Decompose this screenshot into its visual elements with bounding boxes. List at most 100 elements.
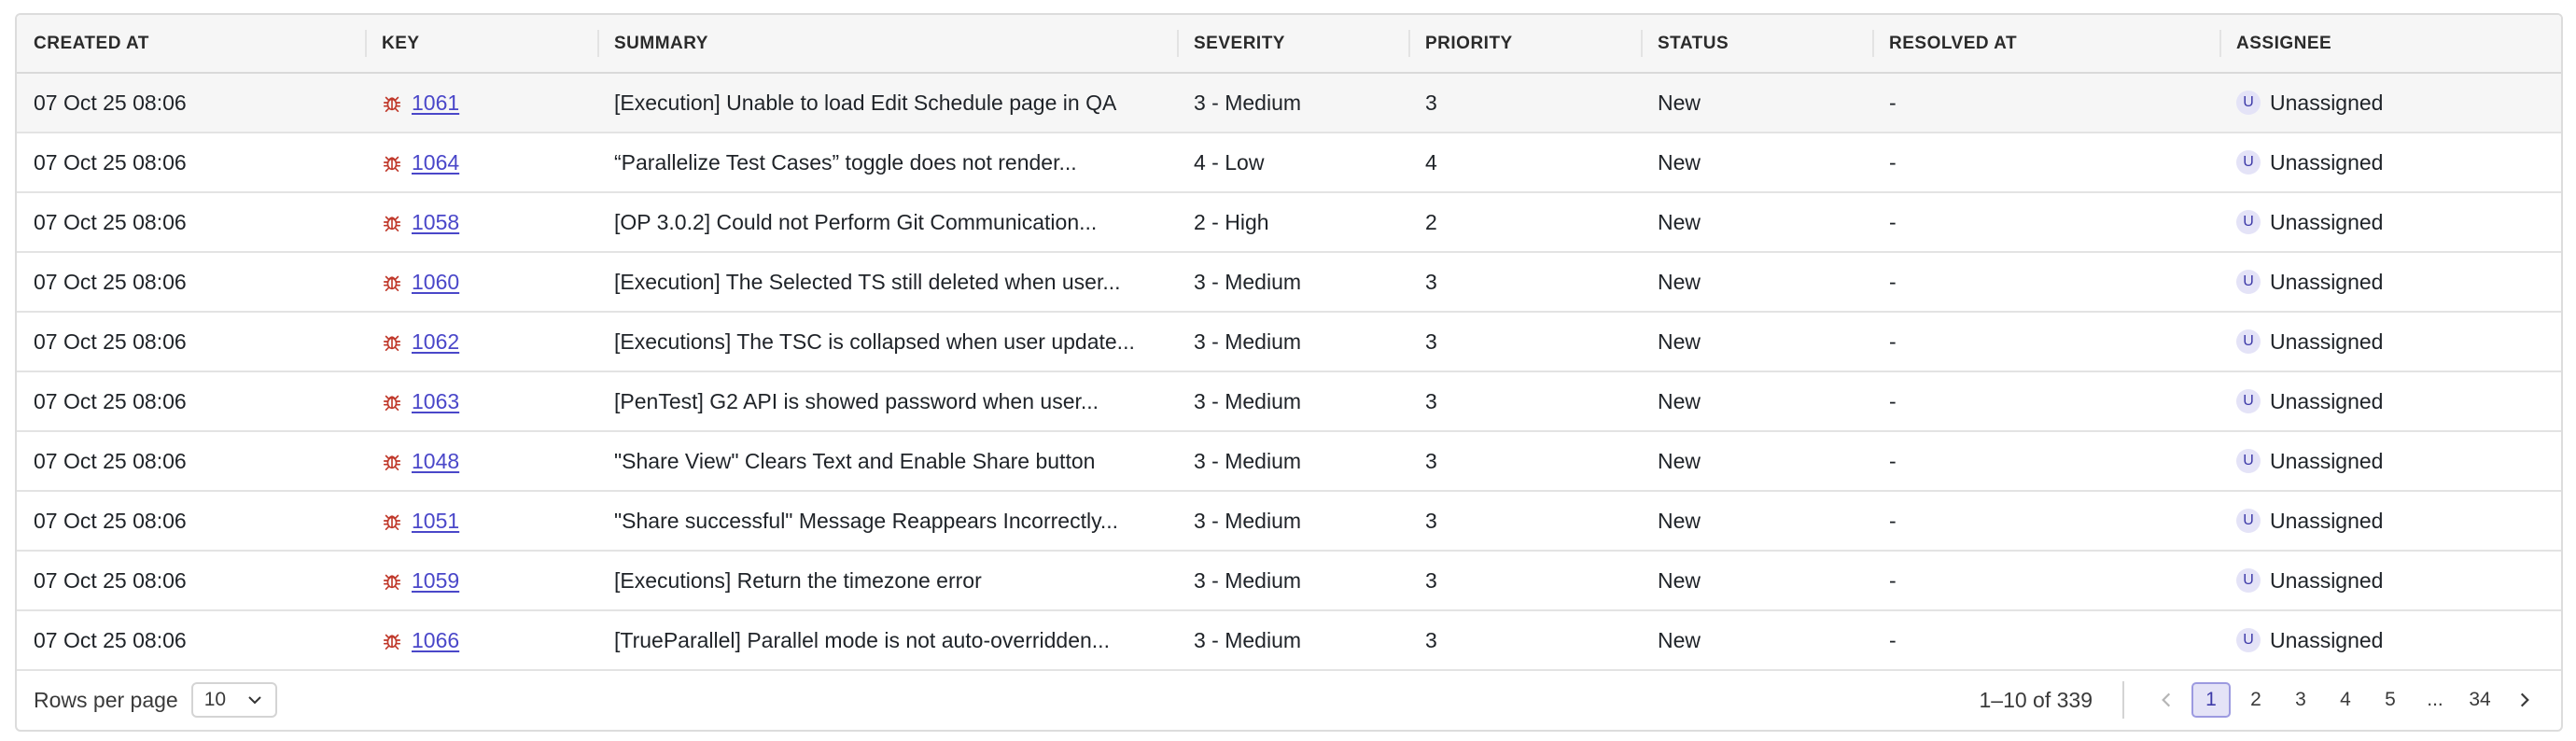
rows-per-page-label: Rows per page	[34, 687, 178, 712]
assignee-name: Unassigned	[2270, 388, 2384, 413]
bug-icon	[383, 634, 401, 650]
column-header-severity[interactable]: Severity	[1177, 15, 1408, 74]
key-cell: 1058	[365, 192, 597, 252]
created-at-cell: 07 Oct 25 08:06	[34, 209, 187, 234]
avatar: U	[2236, 449, 2261, 473]
page-button[interactable]: 2	[2236, 682, 2275, 718]
table-row[interactable]: 07 Oct 25 08:06 1048 "Share View" Clears T…	[17, 431, 2561, 491]
issue-key-link[interactable]: 1060	[412, 270, 459, 295]
issue-key-link[interactable]: 1059	[412, 568, 459, 594]
avatar: U	[2236, 210, 2261, 234]
summary-cell: "Share View" Clears Text and Enable Shar…	[614, 448, 1096, 473]
severity-cell: 3 - Medium	[1194, 627, 1302, 652]
summary-cell: "Share successful" Message Reappears Inc…	[614, 508, 1119, 533]
key-cell: 1063	[365, 371, 597, 431]
summary-cell: [TrueParallel] Parallel mode is not auto…	[614, 627, 1110, 652]
rows-per-page-select[interactable]: 10	[190, 682, 277, 718]
assignee-name: Unassigned	[2270, 149, 2384, 175]
resolved-at-cell: -	[1889, 269, 1897, 294]
assignee-cell: U Unassigned	[2219, 371, 2561, 431]
page-button[interactable]: 3	[2281, 682, 2320, 718]
status-cell: New	[1658, 627, 1701, 652]
issues-table-panel: Created At Key Summary Severity Priority…	[15, 13, 2563, 732]
table-row[interactable]: 07 Oct 25 08:06 1063 [PenTest] G2 API is s…	[17, 371, 2561, 431]
issue-key-link[interactable]: 1064	[412, 150, 459, 175]
bug-icon	[383, 335, 401, 351]
status-cell: New	[1658, 90, 1701, 115]
summary-cell: [Execution] Unable to load Edit Schedule…	[614, 90, 1117, 115]
key-cell: 1061	[365, 73, 597, 133]
key-cell: 1051	[365, 491, 597, 551]
assignee-cell: U Unassigned	[2219, 133, 2561, 192]
assignee-cell: U Unassigned	[2219, 610, 2561, 670]
created-at-cell: 07 Oct 25 08:06	[34, 269, 187, 294]
page-button[interactable]: 34	[2460, 682, 2499, 718]
resolved-at-cell: -	[1889, 508, 1897, 533]
assignee-cell: U Unassigned	[2219, 312, 2561, 371]
priority-cell: 3	[1425, 388, 1437, 413]
avatar: U	[2236, 91, 2261, 115]
bug-icon	[383, 395, 401, 411]
page-button[interactable]: 5	[2371, 682, 2410, 718]
created-at-cell: 07 Oct 25 08:06	[34, 329, 187, 354]
created-at-cell: 07 Oct 25 08:06	[34, 388, 187, 413]
status-cell: New	[1658, 149, 1701, 175]
issue-key-link[interactable]: 1066	[412, 628, 459, 653]
status-cell: New	[1658, 448, 1701, 473]
column-header-status[interactable]: Status	[1641, 15, 1872, 74]
assignee-cell: U Unassigned	[2219, 551, 2561, 610]
severity-cell: 4 - Low	[1194, 149, 1265, 175]
assignee-cell: U Unassigned	[2219, 73, 2561, 133]
issue-key-link[interactable]: 1051	[412, 509, 459, 534]
table-row[interactable]: 07 Oct 25 08:06 1051 "Share successful" Me…	[17, 491, 2561, 551]
assignee-name: Unassigned	[2270, 627, 2384, 652]
summary-cell: “Parallelize Test Cases” toggle does not…	[614, 149, 1077, 175]
table-body: 07 Oct 25 08:06 1061 [Execution] Unable to…	[17, 73, 2561, 670]
issue-key-link[interactable]: 1061	[412, 91, 459, 116]
bug-icon	[383, 275, 401, 291]
key-cell: 1059	[365, 551, 597, 610]
avatar: U	[2236, 389, 2261, 413]
priority-cell: 3	[1425, 269, 1437, 294]
issue-key-link[interactable]: 1062	[412, 329, 459, 355]
assignee-name: Unassigned	[2270, 448, 2384, 473]
prev-page-button[interactable]	[2147, 682, 2186, 718]
priority-cell: 3	[1425, 508, 1437, 533]
severity-cell: 3 - Medium	[1194, 329, 1302, 354]
priority-cell: 2	[1425, 209, 1437, 234]
column-header-key[interactable]: Key	[365, 15, 597, 74]
summary-cell: [PenTest] G2 API is showed password when…	[614, 388, 1099, 413]
next-page-button[interactable]	[2505, 682, 2544, 718]
priority-cell: 3	[1425, 567, 1437, 593]
bug-icon	[383, 216, 401, 231]
column-header-summary[interactable]: Summary	[597, 15, 1177, 74]
severity-cell: 3 - Medium	[1194, 269, 1302, 294]
assignee-cell: U Unassigned	[2219, 431, 2561, 491]
priority-cell: 3	[1425, 448, 1437, 473]
issue-key-link[interactable]: 1048	[412, 449, 459, 474]
table-footer: Rows per page 10 1–10 of 339 1 2 3 4 5... 34	[17, 670, 2561, 730]
table-row[interactable]: 07 Oct 25 08:06 1060 [Execution] The Selec…	[17, 252, 2561, 312]
created-at-cell: 07 Oct 25 08:06	[34, 567, 187, 593]
issue-key-link[interactable]: 1063	[412, 389, 459, 414]
issue-key-link[interactable]: 1058	[412, 210, 459, 235]
key-cell: 1064	[365, 133, 597, 192]
resolved-at-cell: -	[1889, 209, 1897, 234]
column-header-assignee[interactable]: Assignee	[2219, 15, 2561, 74]
table-row[interactable]: 07 Oct 25 08:06 1064 “Parallelize Test Cas…	[17, 133, 2561, 192]
table-row[interactable]: 07 Oct 25 08:06 1059 [Executions] Return t…	[17, 551, 2561, 610]
table-row[interactable]: 07 Oct 25 08:06 1062 [Executions] The TSC …	[17, 312, 2561, 371]
page-button[interactable]: 1	[2191, 682, 2231, 718]
bug-icon	[383, 514, 401, 530]
column-header-priority[interactable]: Priority	[1408, 15, 1641, 74]
resolved-at-cell: -	[1889, 567, 1897, 593]
table-row[interactable]: 07 Oct 25 08:06 1058 [OP 3.0.2] Could not …	[17, 192, 2561, 252]
table-row[interactable]: 07 Oct 25 08:06 1066 [TrueParallel] Parall…	[17, 610, 2561, 670]
column-header-resolved-at[interactable]: Resolved At	[1872, 15, 2219, 74]
column-header-created-at[interactable]: Created At	[17, 15, 365, 74]
pagination-ellipsis: ...	[2427, 689, 2443, 710]
table-row[interactable]: 07 Oct 25 08:06 1061 [Execution] Unable to…	[17, 73, 2561, 133]
summary-cell: [Executions] The TSC is collapsed when u…	[614, 329, 1135, 354]
bug-icon	[383, 96, 401, 112]
page-button[interactable]: 4	[2326, 682, 2365, 718]
